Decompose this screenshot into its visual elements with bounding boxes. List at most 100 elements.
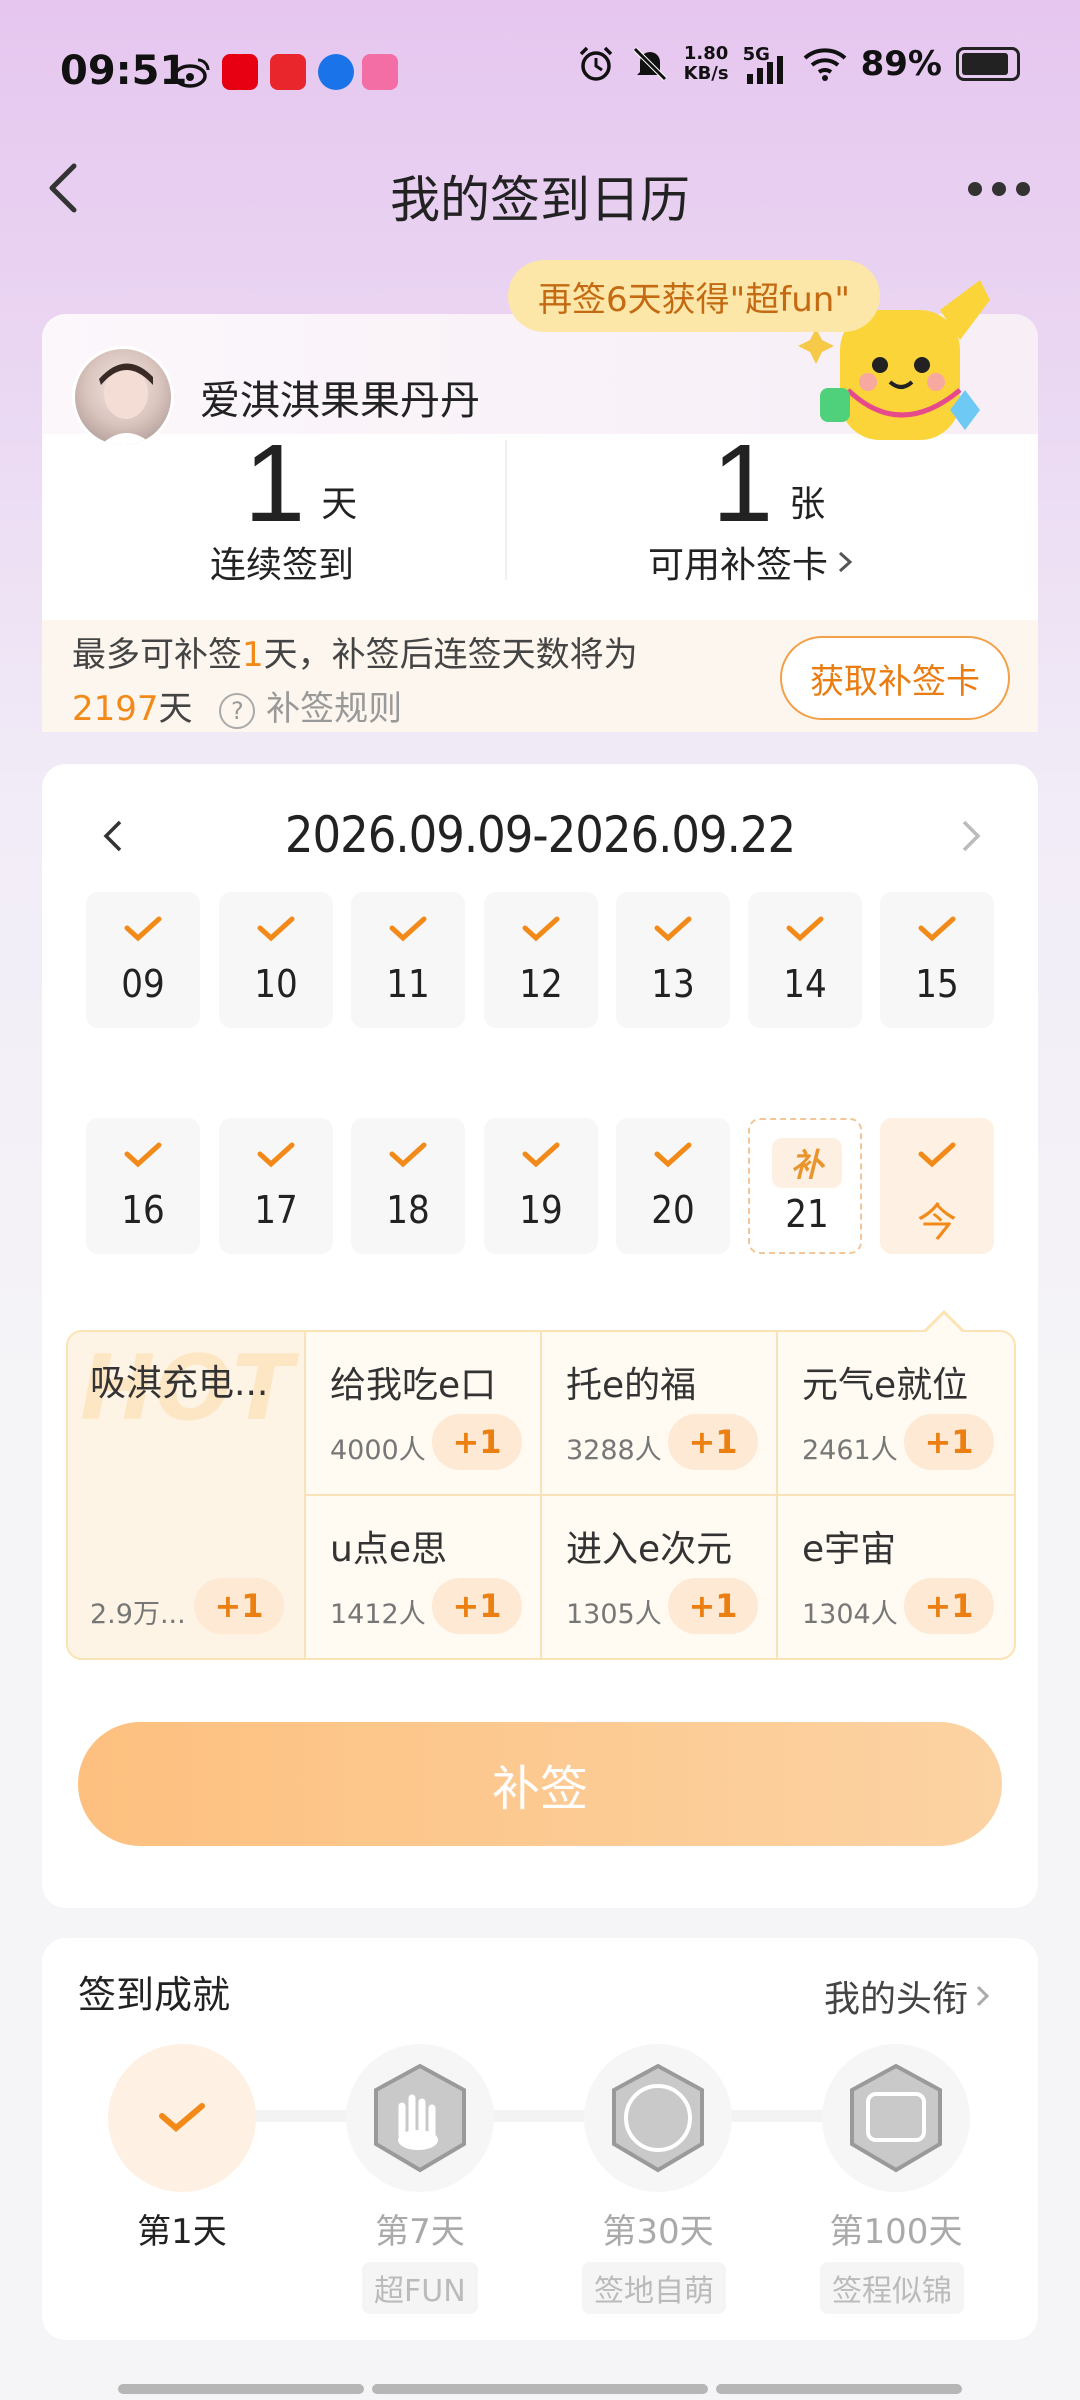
check-icon <box>786 916 824 942</box>
calendar-day[interactable]: 20 <box>616 1118 730 1254</box>
topic-count: 1412人 <box>330 1599 426 1630</box>
tip-unit: 天 <box>158 689 193 729</box>
check-icon <box>257 1142 295 1168</box>
topic-plus-button[interactable]: +1 <box>904 1414 994 1470</box>
wifi-icon <box>803 48 846 81</box>
topic-plus-button[interactable]: +1 <box>668 1578 758 1634</box>
rules-link[interactable]: 补签规则 <box>266 689 402 729</box>
day-number: 17 <box>254 1188 298 1232</box>
hot-topic-plus-button[interactable]: +1 <box>194 1578 284 1634</box>
status-time: 09:51 <box>60 48 188 94</box>
topic-plus-button[interactable]: +1 <box>904 1578 994 1634</box>
alarm-icon <box>579 46 612 81</box>
page-indicator <box>118 2384 364 2394</box>
page-indicator <box>372 2384 708 2394</box>
check-icon <box>654 1142 692 1168</box>
chevron-right-icon <box>839 551 853 573</box>
topic-cell[interactable]: 托e的福 3288人 +1 <box>542 1332 776 1494</box>
check-icon <box>918 1142 956 1168</box>
calendar-day[interactable]: 12 <box>484 892 598 1028</box>
topic-cell[interactable]: 给我吃e口 4000人 +1 <box>306 1332 540 1494</box>
achievement-badge-day100[interactable] <box>822 2044 970 2192</box>
topic-cell[interactable]: 元气e就位 2461人 +1 <box>778 1332 1014 1494</box>
check-icon <box>654 916 692 942</box>
30-days-badge-icon <box>612 2063 704 2173</box>
topic-plus-button[interactable]: +1 <box>432 1414 522 1470</box>
page-indicator <box>716 2384 962 2394</box>
achievement-badge-day30[interactable] <box>584 2044 732 2192</box>
day-number: 09 <box>121 962 165 1006</box>
day-number: 12 <box>519 962 563 1006</box>
mute-bell-icon <box>632 47 667 81</box>
calendar-day-today[interactable]: 今 <box>880 1118 994 1254</box>
topic-name: 托e的福 <box>566 1365 697 1406</box>
day-number: 21 <box>785 1192 829 1236</box>
streak-unit: 天 <box>321 484 358 525</box>
makeup-checkin-button[interactable]: 补签 <box>78 1722 1002 1846</box>
weibo-icon <box>173 58 210 88</box>
cards-value: 1 <box>712 422 774 545</box>
next-week-icon[interactable] <box>952 814 988 858</box>
question-circle-icon[interactable]: ? <box>219 692 256 729</box>
calendar-day[interactable]: 18 <box>351 1118 465 1254</box>
signal-icon: 5G <box>743 44 789 84</box>
check-icon <box>522 1142 560 1168</box>
calendar-day[interactable]: 17 <box>219 1118 333 1254</box>
achievements-title: 签到成就 <box>78 1973 231 2017</box>
calendar-day-makeup[interactable]: 补 21 <box>748 1118 862 1254</box>
more-dot-icon <box>1016 182 1030 196</box>
tip-makeup-days: 1 <box>242 635 264 675</box>
day-number: 15 <box>915 962 959 1006</box>
cards-unit: 张 <box>789 484 826 525</box>
more-dot-icon <box>968 182 982 196</box>
topic-count: 4000人 <box>330 1435 426 1466</box>
my-titles-link[interactable]: 我的头衔 <box>824 1970 994 2022</box>
topics-pointer-fill <box>924 1314 964 1334</box>
my-titles-label: 我的头衔 <box>823 1979 968 2020</box>
topic-cell[interactable]: u点e思 1412人 +1 <box>306 1496 540 1658</box>
promo-bubble: 再签6天获得"超fun" <box>508 260 880 332</box>
day-number: 19 <box>519 1188 563 1232</box>
achievement-badge-day7[interactable] <box>346 2044 494 2192</box>
calendar-day[interactable]: 16 <box>86 1118 200 1254</box>
topic-plus-button[interactable]: +1 <box>432 1578 522 1634</box>
calendar-day[interactable]: 14 <box>748 892 862 1028</box>
calendar-day[interactable]: 19 <box>484 1118 598 1254</box>
avatar[interactable] <box>72 346 174 448</box>
check-icon <box>918 916 956 942</box>
get-makeup-card-button[interactable]: 获取补签卡 <box>780 636 1010 720</box>
check-icon <box>389 1142 427 1168</box>
calendar-day[interactable]: 09 <box>86 892 200 1028</box>
check-icon <box>257 916 295 942</box>
topic-name: 进入e次元 <box>566 1529 733 1570</box>
check-icon <box>159 2103 205 2132</box>
check-icon <box>124 1142 162 1168</box>
calendar-day[interactable]: 15 <box>880 892 994 1028</box>
stat-divider <box>505 440 507 580</box>
achievement-badge-day1[interactable] <box>108 2044 256 2192</box>
more-menu-button[interactable] <box>968 182 1030 196</box>
calendar-day[interactable]: 11 <box>351 892 465 1028</box>
topic-plus-button[interactable]: +1 <box>668 1414 758 1470</box>
streak-label: 连续签到 <box>210 545 355 586</box>
battery-percent: 89% <box>860 44 942 84</box>
streak-stat: 1 天 <box>244 420 357 547</box>
today-label: 今 <box>917 1200 957 1246</box>
check-icon <box>522 916 560 942</box>
badge-title-tag: 签程似锦 <box>820 2262 964 2314</box>
badge-label: 第7天 <box>375 2212 465 2252</box>
calendar-range: 2026.09.09-2026.09.22 <box>284 806 796 864</box>
topic-cell[interactable]: 进入e次元 1305人 +1 <box>542 1496 776 1658</box>
badge-title-tag: 签地自萌 <box>582 2262 726 2314</box>
calendar-day[interactable]: 13 <box>616 892 730 1028</box>
cards-link[interactable]: 可用补签卡 <box>648 536 858 588</box>
badge-label: 第1天 <box>137 2212 227 2252</box>
bilibili-icon <box>362 54 398 90</box>
cards-label: 可用补签卡 <box>648 545 829 586</box>
day-number: 11 <box>386 962 430 1006</box>
badge-label: 第100天 <box>829 2212 963 2252</box>
username: 爱淇淇果果丹丹 <box>200 378 480 424</box>
topic-cell[interactable]: e宇宙 1304人 +1 <box>778 1496 1014 1658</box>
topic-count: 1305人 <box>566 1599 662 1630</box>
calendar-day[interactable]: 10 <box>219 892 333 1028</box>
